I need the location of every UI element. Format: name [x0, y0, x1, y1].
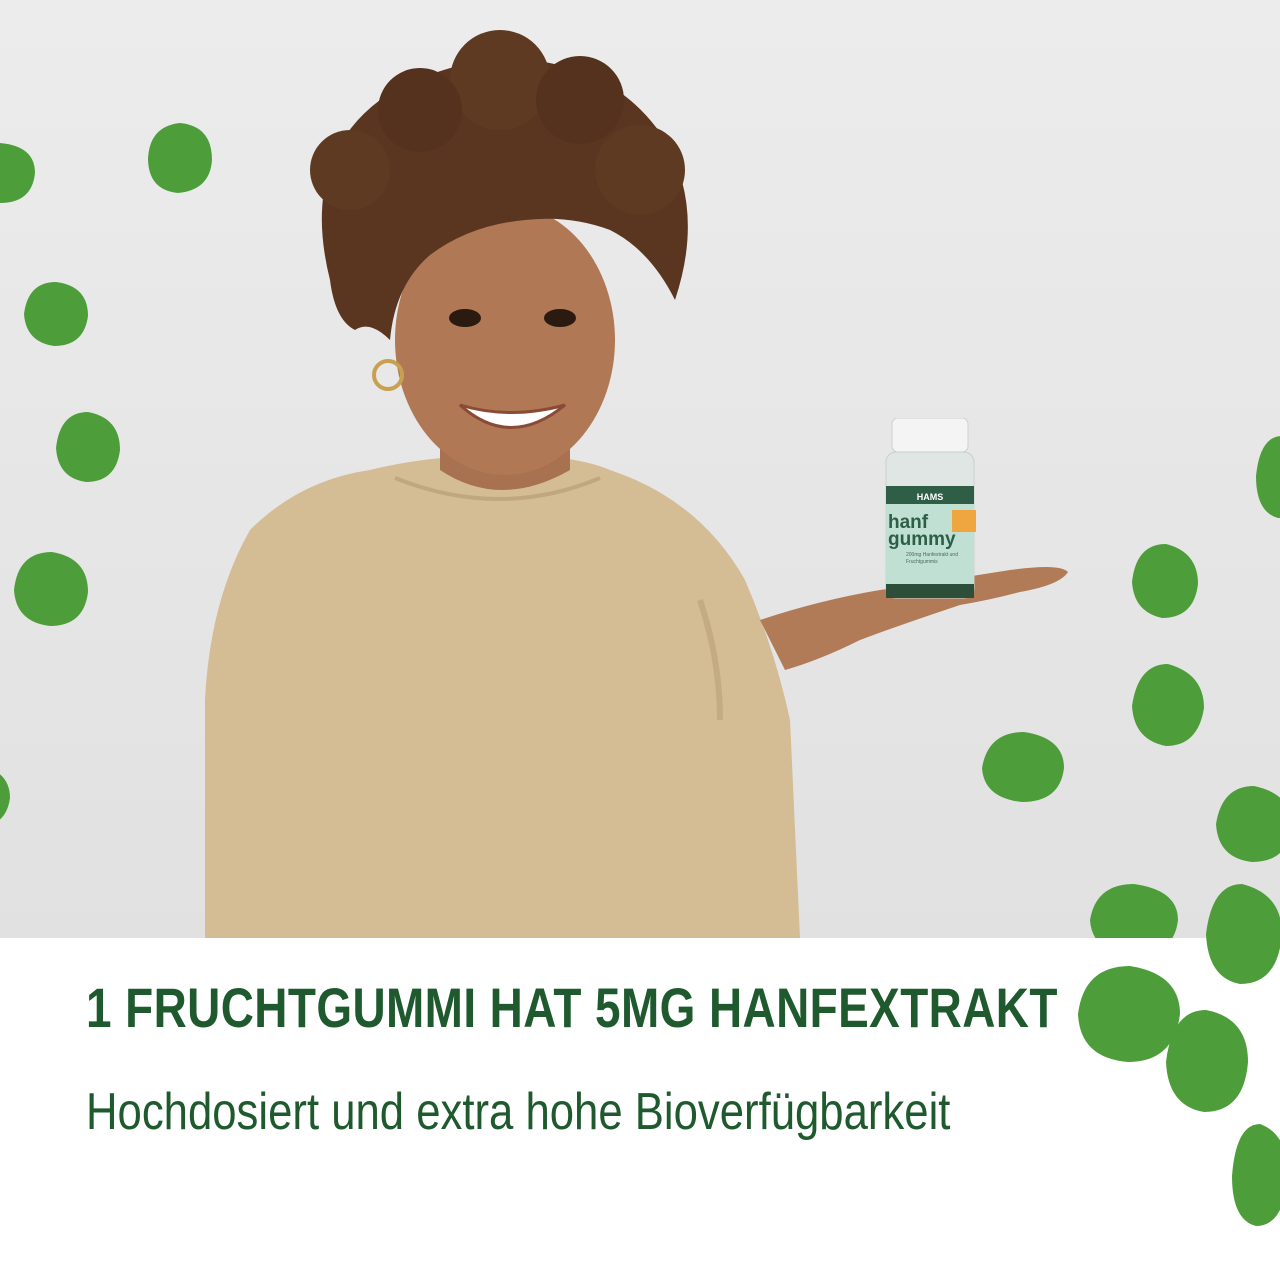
product-name-line2: gummy — [888, 529, 956, 550]
gummy-icon — [14, 552, 88, 626]
gummy-icon — [1132, 544, 1198, 618]
gummy-icon — [1090, 884, 1178, 938]
gummy-icon — [1132, 664, 1204, 746]
product-description: 200mg Hanfextrakt und Fruchtgummis — [906, 552, 958, 565]
lifestyle-photo: HAMS hanf gummy 200mg Hanfextrakt und Fr… — [0, 0, 1280, 938]
gummy-icon — [1256, 436, 1280, 518]
gummy-icon — [982, 732, 1064, 802]
gummy-icon — [56, 412, 120, 482]
subline: Hochdosiert und extra hohe Bioverfügbark… — [86, 1083, 951, 1141]
gummy-icon — [1232, 1124, 1280, 1226]
gummy-icon — [0, 774, 10, 820]
gummy-icon — [1166, 1010, 1248, 1112]
gummy-icon — [1216, 786, 1280, 862]
product-brand: HAMS — [916, 492, 944, 502]
gummy-icon — [148, 123, 212, 193]
gummy-icon — [24, 282, 88, 346]
product-name: hanf gummy — [888, 513, 978, 550]
headline: 1 FRUCHTGUMMI HAT 5MG HANFEXTRAKT — [86, 976, 1058, 1039]
gummy-icon — [1206, 884, 1280, 984]
product-bottle: HAMS hanf gummy 200mg Hanfextrakt und Fr… — [880, 417, 980, 602]
gummy-icon — [0, 143, 35, 203]
